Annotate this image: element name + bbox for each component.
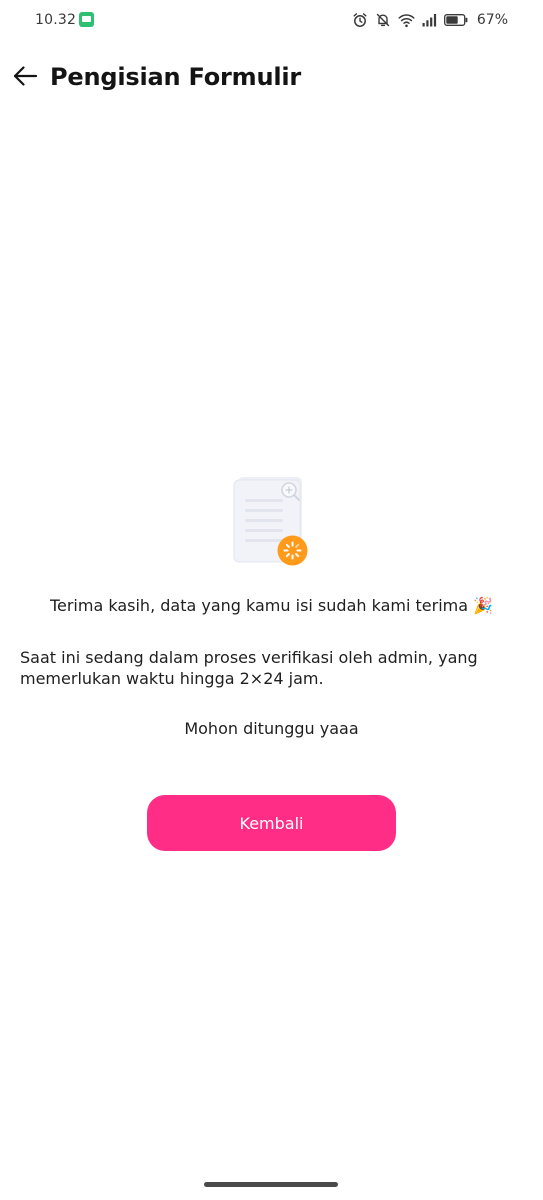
status-time: 10.32: [35, 12, 77, 28]
battery-percent: 67%: [476, 12, 508, 28]
wait-message: Mohon ditunggu yaaa: [184, 719, 359, 738]
cellular-signal-icon: [422, 13, 437, 27]
back-button[interactable]: [8, 62, 42, 94]
kembali-button[interactable]: Kembali: [147, 795, 396, 851]
loading-spinner-icon: [277, 535, 308, 566]
chat-app-icon: [79, 12, 94, 27]
document-review-illustration: [228, 472, 312, 568]
arrow-left-icon: [12, 65, 38, 91]
battery-icon: [443, 14, 468, 26]
alarm-icon: [352, 12, 368, 28]
page-title: Pengisian Formulir: [50, 63, 302, 91]
status-icons: 67%: [352, 10, 508, 30]
status-bar: 10.32 67%: [0, 0, 543, 42]
home-indicator[interactable]: [204, 1182, 338, 1187]
thanks-message: Terima kasih, data yang kamu isi sudah k…: [49, 596, 494, 615]
verification-message: Saat ini sedang dalam proses verifikasi …: [20, 648, 478, 688]
app-header: Pengisian Formulir: [0, 50, 543, 106]
wifi-icon: [398, 13, 415, 28]
bell-off-icon: [375, 12, 391, 28]
